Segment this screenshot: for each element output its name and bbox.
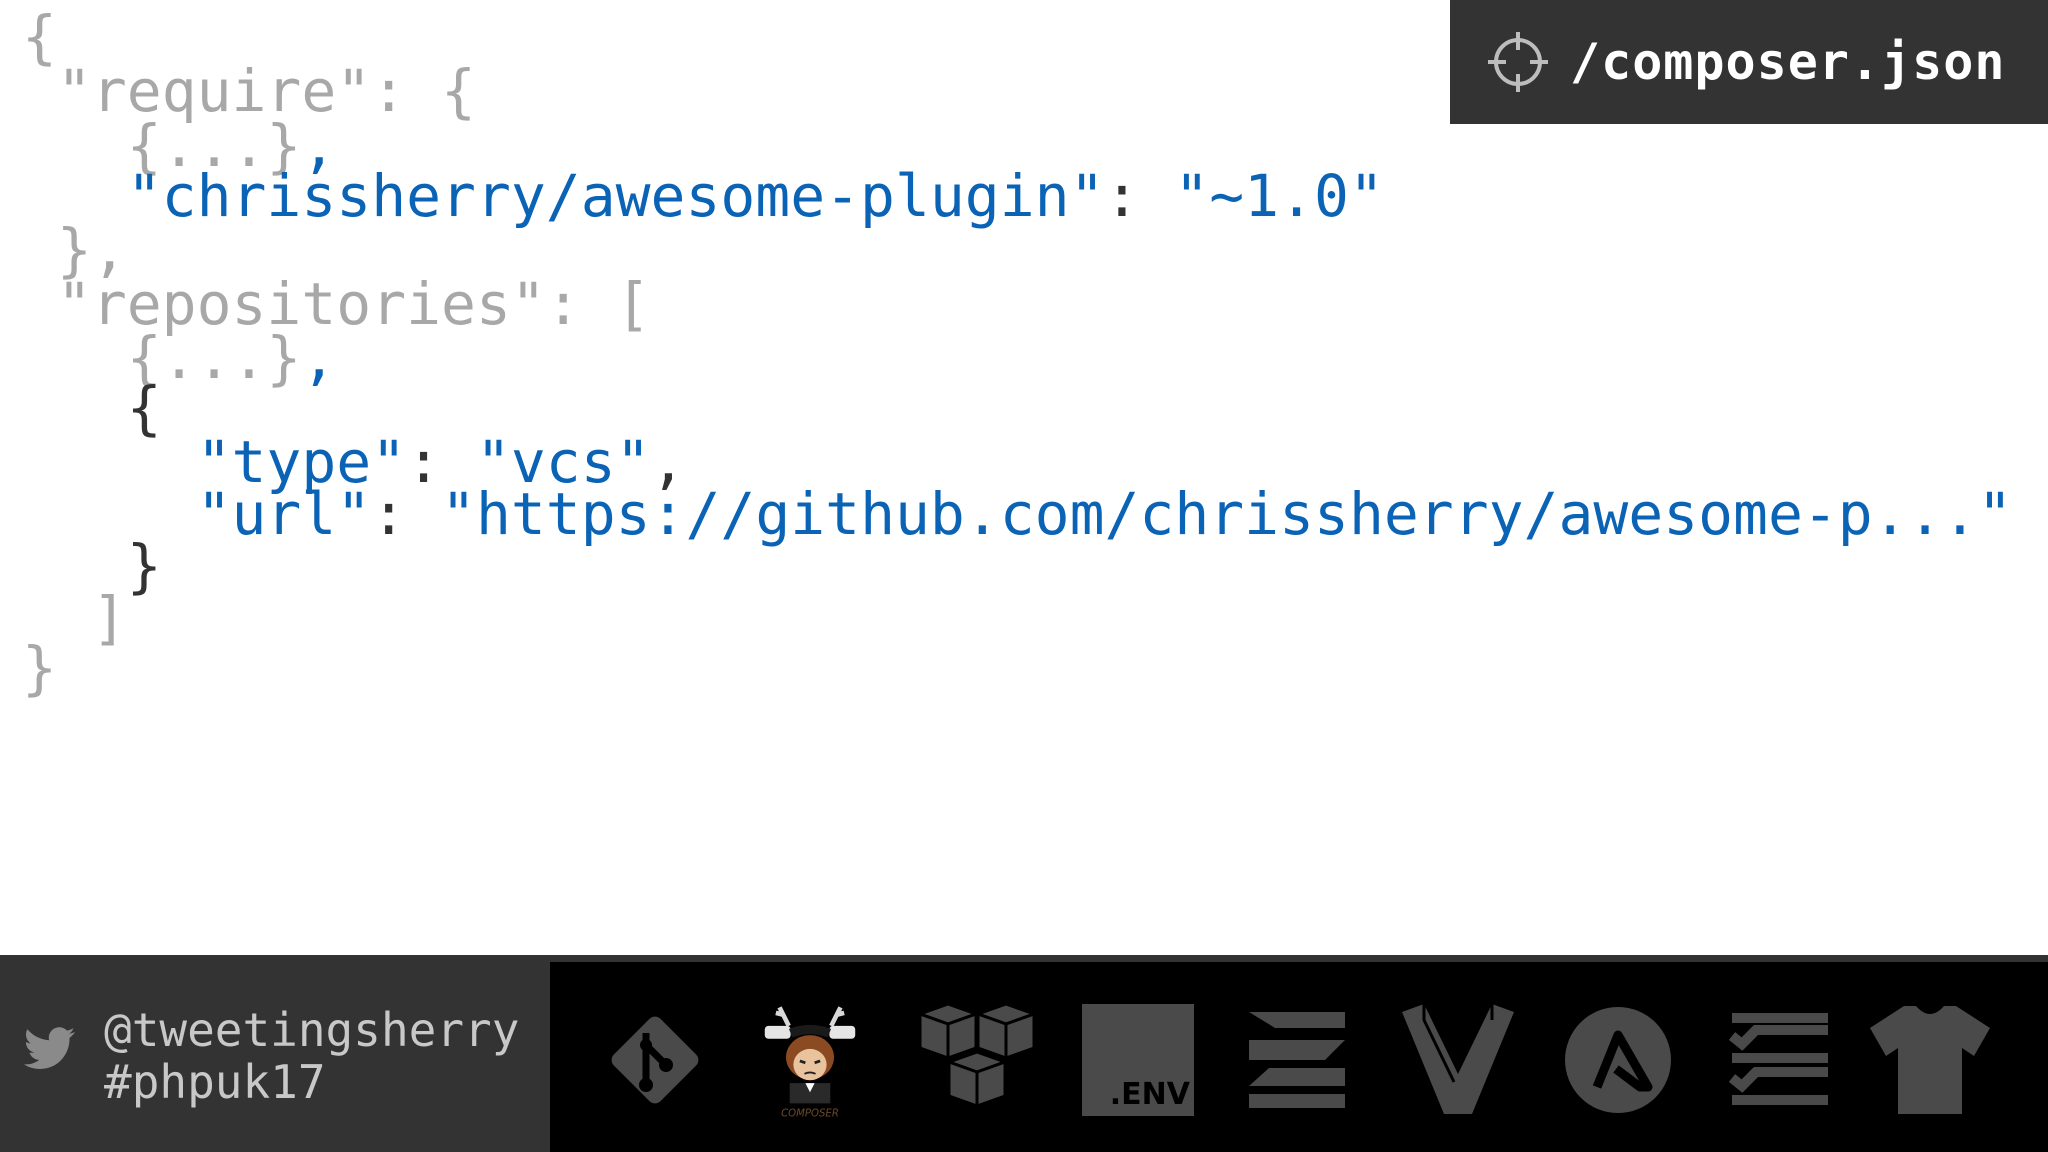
code-token: : <box>1104 162 1175 230</box>
twitter-handle: @tweetingsherry <box>104 1003 520 1057</box>
aws-cubes-logo-icon <box>912 1000 1042 1120</box>
dotenv-logo-icon: .ENV <box>1082 1000 1194 1120</box>
code-token: : <box>371 480 442 548</box>
composer-caption: COMPOSER <box>781 1108 839 1119</box>
ansible-logo-icon <box>1563 1000 1673 1120</box>
code-token: , <box>301 324 337 392</box>
checklist-logo-icon <box>1728 1000 1832 1120</box>
composer-logo-icon: COMPOSER <box>755 1000 865 1120</box>
jersey-logo-icon <box>1868 1000 1992 1120</box>
zend-logo-icon <box>1245 1000 1349 1120</box>
social-handle-box: @tweetingsherry #phpuk17 <box>0 955 550 1152</box>
code-token: } <box>22 634 57 702</box>
twitter-bird-icon <box>23 1027 76 1071</box>
slide-area: { "require": { {...}, "chrissherry/aweso… <box>0 0 2048 955</box>
file-badge: /composer.json <box>1450 0 2048 124</box>
file-name: /composer.json <box>1570 33 2006 91</box>
code-line: "url": "https://github.com/chrissherry/a… <box>22 480 2013 548</box>
event-hashtag: #phpuk17 <box>104 1055 326 1109</box>
code-line: "chrissherry/awesome-plugin": "~1.0" <box>22 162 1384 230</box>
code-token: "chrissherry/awesome-plugin" <box>22 162 1105 230</box>
crosshair-icon <box>1486 30 1550 94</box>
footer-bar: @tweetingsherry #phpuk17 COMPOSER .ENV <box>0 955 2048 1152</box>
code-token: "https://github.com/chrissherry/awesome-… <box>441 480 2013 548</box>
dotenv-text: .ENV <box>1110 1077 1191 1112</box>
code-line: } <box>22 634 57 702</box>
code-token: "~1.0" <box>1174 162 1384 230</box>
vagrant-logo-icon <box>1400 1000 1516 1120</box>
git-logo-icon <box>600 1000 710 1120</box>
